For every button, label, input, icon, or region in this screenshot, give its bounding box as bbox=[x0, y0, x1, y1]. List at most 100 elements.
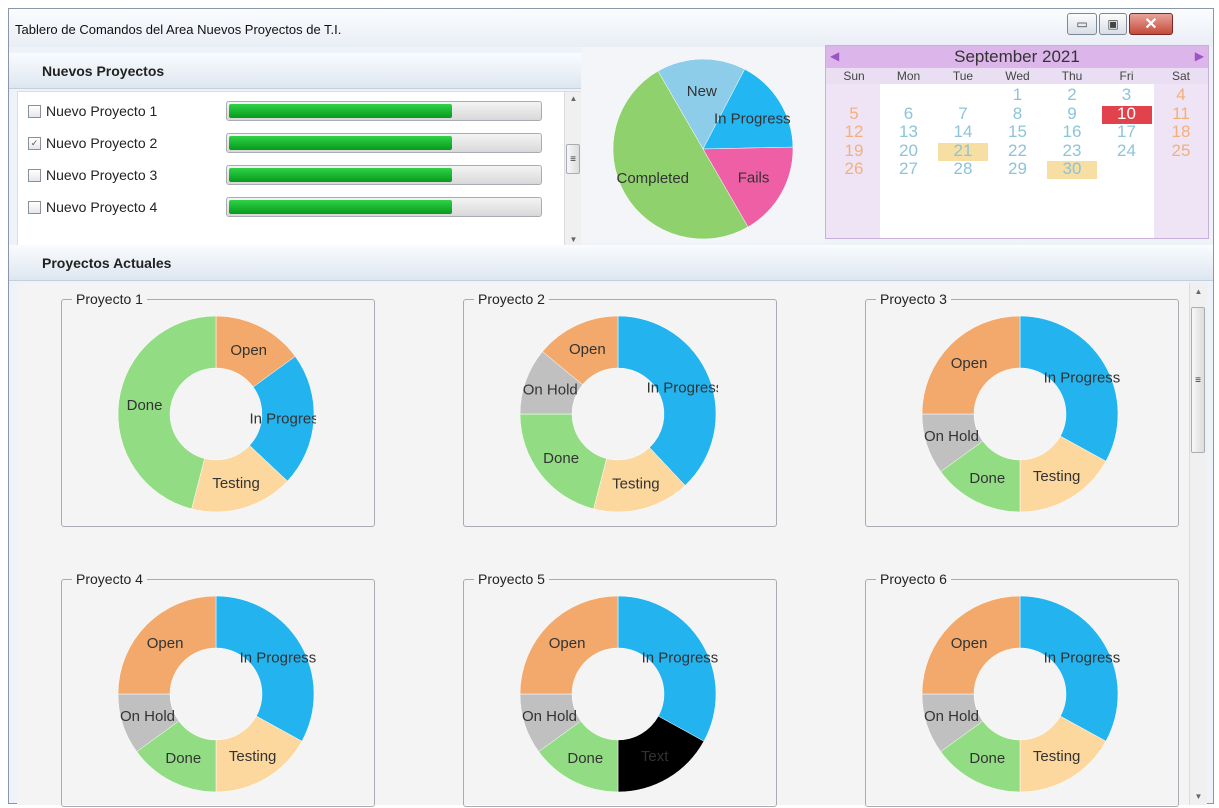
progress-fill bbox=[229, 168, 452, 182]
window-title: Tablero de Comandos del Area Nuevos Proy… bbox=[15, 22, 342, 37]
scroll-down-icon[interactable]: ▼ bbox=[1190, 792, 1207, 801]
calendar-day[interactable]: 17 bbox=[1101, 123, 1153, 141]
slice-label-in-progress: In Progress bbox=[1044, 369, 1120, 386]
calendar-day[interactable]: 22 bbox=[992, 141, 1044, 160]
project-donut-chart: Open In Progress Testing Done bbox=[117, 315, 316, 513]
calendar-day[interactable]: 7 bbox=[937, 104, 989, 123]
slice-label-done: Done bbox=[567, 750, 603, 767]
calendar-day[interactable]: 1 bbox=[992, 86, 1044, 104]
project-card: Proyecto 5 In Progress Text Done On Hold Open bbox=[463, 571, 777, 807]
nuevo-proyecto-progress bbox=[226, 165, 542, 185]
calendar-day[interactable]: 30 bbox=[1046, 160, 1098, 178]
project-donut-chart: In Progress Testing Done On Hold Open bbox=[519, 315, 718, 513]
status-pie-chart: New In Progress Fails Completed bbox=[612, 58, 794, 240]
project-title: Proyecto 1 bbox=[72, 291, 147, 307]
calendar-day[interactable]: 5 bbox=[828, 104, 880, 123]
nuevos-header: Nuevos Proyectos bbox=[9, 53, 581, 89]
nuevo-proyecto-label: Nuevo Proyecto 1 bbox=[46, 103, 158, 119]
weekday-sun: Sun bbox=[843, 69, 865, 83]
calendar-day[interactable]: 10 bbox=[1101, 104, 1153, 123]
calendar-day[interactable]: 27 bbox=[883, 160, 935, 178]
calendar-day[interactable]: 28 bbox=[937, 160, 989, 178]
actuales-heading: Proyectos Actuales bbox=[42, 255, 172, 271]
calendar-day[interactable]: 18 bbox=[1155, 123, 1207, 141]
slice-label-open: Open bbox=[951, 355, 988, 372]
calendar-day[interactable]: 20 bbox=[883, 141, 935, 160]
slice-label-open: Open bbox=[549, 635, 586, 652]
project-card: Proyecto 2 In Progress Testing Done On Hold O… bbox=[463, 291, 777, 527]
calendar-day[interactable]: 26 bbox=[828, 160, 880, 178]
scroll-down-icon[interactable]: ▼ bbox=[565, 235, 582, 244]
title-bar[interactable]: Tablero de Comandos del Area Nuevos Proy… bbox=[9, 9, 1213, 47]
slice-label-new: New bbox=[687, 83, 717, 100]
scroll-up-icon[interactable]: ▲ bbox=[1190, 287, 1207, 296]
close-button[interactable]: ✕ bbox=[1129, 13, 1173, 35]
calendar-day[interactable]: 25 bbox=[1155, 141, 1207, 160]
slice-in-progress bbox=[1019, 315, 1119, 462]
slice-label-on-hold: On Hold bbox=[523, 382, 578, 399]
slice-label-testing: Testing bbox=[612, 476, 660, 493]
nuevo-proyecto-label: Nuevo Proyecto 4 bbox=[46, 199, 158, 215]
nuevo-proyecto-checkbox[interactable] bbox=[28, 200, 41, 214]
status-pie-area: New In Progress Fails Completed bbox=[581, 47, 825, 243]
scroll-thumb[interactable]: ≡ bbox=[566, 144, 580, 174]
weekday-fri: Fri bbox=[1119, 69, 1134, 83]
project-donut-chart: In Progress Testing Done On Hold Open bbox=[117, 595, 316, 793]
calendar-day[interactable]: 29 bbox=[992, 160, 1044, 178]
calendar-day[interactable]: 24 bbox=[1101, 141, 1153, 160]
slice-label-done: Done bbox=[543, 450, 579, 467]
nuevo-proyecto-progress bbox=[226, 197, 542, 217]
calendar-day[interactable]: 14 bbox=[937, 123, 989, 141]
nuevo-proyecto-progress bbox=[226, 133, 542, 153]
slice-label-done: Done bbox=[969, 470, 1005, 487]
actuales-scrollbar[interactable]: ▲ ≡ ▼ bbox=[1189, 283, 1207, 805]
slice-label-on-hold: On Hold bbox=[924, 708, 979, 725]
calendar-day[interactable]: 12 bbox=[828, 123, 880, 141]
nuevo-proyecto-checkbox[interactable] bbox=[28, 168, 41, 182]
calendar-day[interactable]: 21 bbox=[937, 141, 989, 160]
scroll-thumb[interactable]: ≡ bbox=[1191, 307, 1205, 453]
slice-label-testing: Testing bbox=[1033, 468, 1081, 485]
slice-label-in-progress: In Progress bbox=[647, 379, 718, 396]
next-month-icon[interactable]: ▶ bbox=[1195, 49, 1204, 63]
project-donut-chart: In Progress Text Done On Hold Open bbox=[519, 595, 718, 793]
actuales-body: Proyecto 1OpenIn ProgressTestingDoneProy… bbox=[17, 283, 1207, 807]
calendar-day[interactable]: 8 bbox=[992, 104, 1044, 123]
maximize-icon: ▣ bbox=[1107, 17, 1119, 31]
calendar-day[interactable]: 23 bbox=[1046, 141, 1098, 160]
minimize-button[interactable]: ▭ bbox=[1067, 13, 1097, 35]
slice-label-in-progress: In Progress bbox=[250, 411, 316, 428]
scroll-up-icon[interactable]: ▲ bbox=[565, 94, 582, 103]
slice-label-on-hold: On Hold bbox=[924, 428, 979, 445]
maximize-button[interactable]: ▣ bbox=[1099, 13, 1127, 35]
nuevo-proyecto-checkbox[interactable] bbox=[28, 104, 41, 118]
weekday-tue: Tue bbox=[952, 69, 974, 83]
project-card: Proyecto 1 Open In Progress Testing Done bbox=[61, 291, 375, 527]
nuevos-scrollbar[interactable]: ▲ ≡ ▼ bbox=[564, 92, 582, 246]
project-title: Proyecto 2 bbox=[474, 291, 549, 307]
calendar-day[interactable]: 16 bbox=[1046, 123, 1098, 141]
calendar-day[interactable]: 3 bbox=[1101, 86, 1153, 104]
slice-label-open: Open bbox=[230, 342, 267, 359]
slice-label-open: Open bbox=[147, 635, 184, 652]
slice-label-testing: Testing bbox=[1033, 748, 1081, 765]
minimize-icon: ▭ bbox=[1076, 17, 1088, 31]
weekday-sat: Sat bbox=[1171, 69, 1190, 83]
calendar-weekday-row: Sun Mon Tue Wed Thu Fri Sat bbox=[826, 68, 1208, 84]
nuevo-proyecto-checkbox[interactable]: ✓ bbox=[28, 136, 41, 150]
nuevo-proyecto-label: Nuevo Proyecto 2 bbox=[46, 135, 158, 151]
calendar-day[interactable]: 4 bbox=[1155, 86, 1207, 104]
slice-label-open: Open bbox=[569, 341, 606, 358]
calendar-day[interactable]: 2 bbox=[1046, 86, 1098, 104]
calendar-day[interactable]: 6 bbox=[883, 104, 935, 123]
slice-label-in-progress: In Progress bbox=[1044, 649, 1120, 666]
nuevo-proyecto-row: Nuevo Proyecto 3 bbox=[28, 164, 186, 186]
calendar-day[interactable]: 15 bbox=[992, 123, 1044, 141]
calendar-header: ◀ September 2021 ▶ bbox=[826, 46, 1208, 68]
calendar-day[interactable]: 11 bbox=[1155, 104, 1207, 123]
weekday-thu: Thu bbox=[1061, 69, 1083, 83]
calendar-day[interactable]: 9 bbox=[1046, 104, 1098, 123]
project-title: Proyecto 6 bbox=[876, 571, 951, 587]
calendar-day[interactable]: 19 bbox=[828, 141, 880, 160]
calendar-day[interactable]: 13 bbox=[883, 123, 935, 141]
